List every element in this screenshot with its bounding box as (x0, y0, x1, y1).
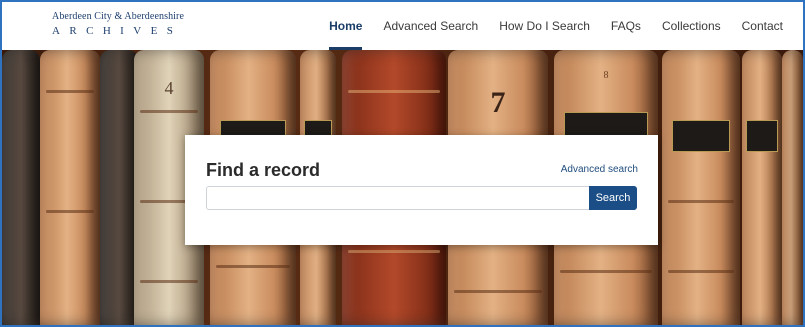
nav-advanced-search[interactable]: Advanced Search (383, 2, 478, 50)
nav-collections[interactable]: Collections (662, 2, 721, 50)
advanced-search-link[interactable]: Advanced search (561, 164, 638, 175)
book-spine (662, 50, 740, 325)
book-label (746, 120, 778, 152)
book-spine (742, 50, 782, 325)
logo-line-2: ARCHIVES (52, 25, 183, 37)
nav-faqs[interactable]: FAQs (611, 2, 641, 50)
book-number: 8 (603, 70, 609, 81)
book-label (672, 120, 730, 152)
book-spine (782, 50, 803, 325)
search-input[interactable] (206, 186, 589, 210)
book-number: 7 (490, 86, 506, 119)
book-number: 4 (164, 78, 174, 98)
site-logo[interactable]: Aberdeen City & Aberdeenshire ARCHIVES (52, 11, 184, 37)
search-card-title: Find a record (206, 160, 321, 180)
book-spine (2, 50, 40, 325)
nav-contact[interactable]: Contact (742, 2, 783, 50)
nav-home[interactable]: Home (329, 2, 363, 50)
search-card: Find a record Advanced search Search (185, 135, 658, 245)
browser-frame: Aberdeen City & Aberdeenshire ARCHIVES H… (0, 0, 805, 327)
nav-how-do-i-search[interactable]: How Do I Search (499, 2, 590, 50)
book-spine (40, 50, 100, 325)
main-nav: Home Advanced Search How Do I Search FAQ… (308, 2, 783, 50)
book-spine (100, 50, 138, 325)
logo-line-1: Aberdeen City & Aberdeenshire (52, 11, 185, 22)
site-header: Aberdeen City & Aberdeenshire ARCHIVES H… (2, 2, 803, 50)
search-button[interactable]: Search (589, 186, 637, 210)
